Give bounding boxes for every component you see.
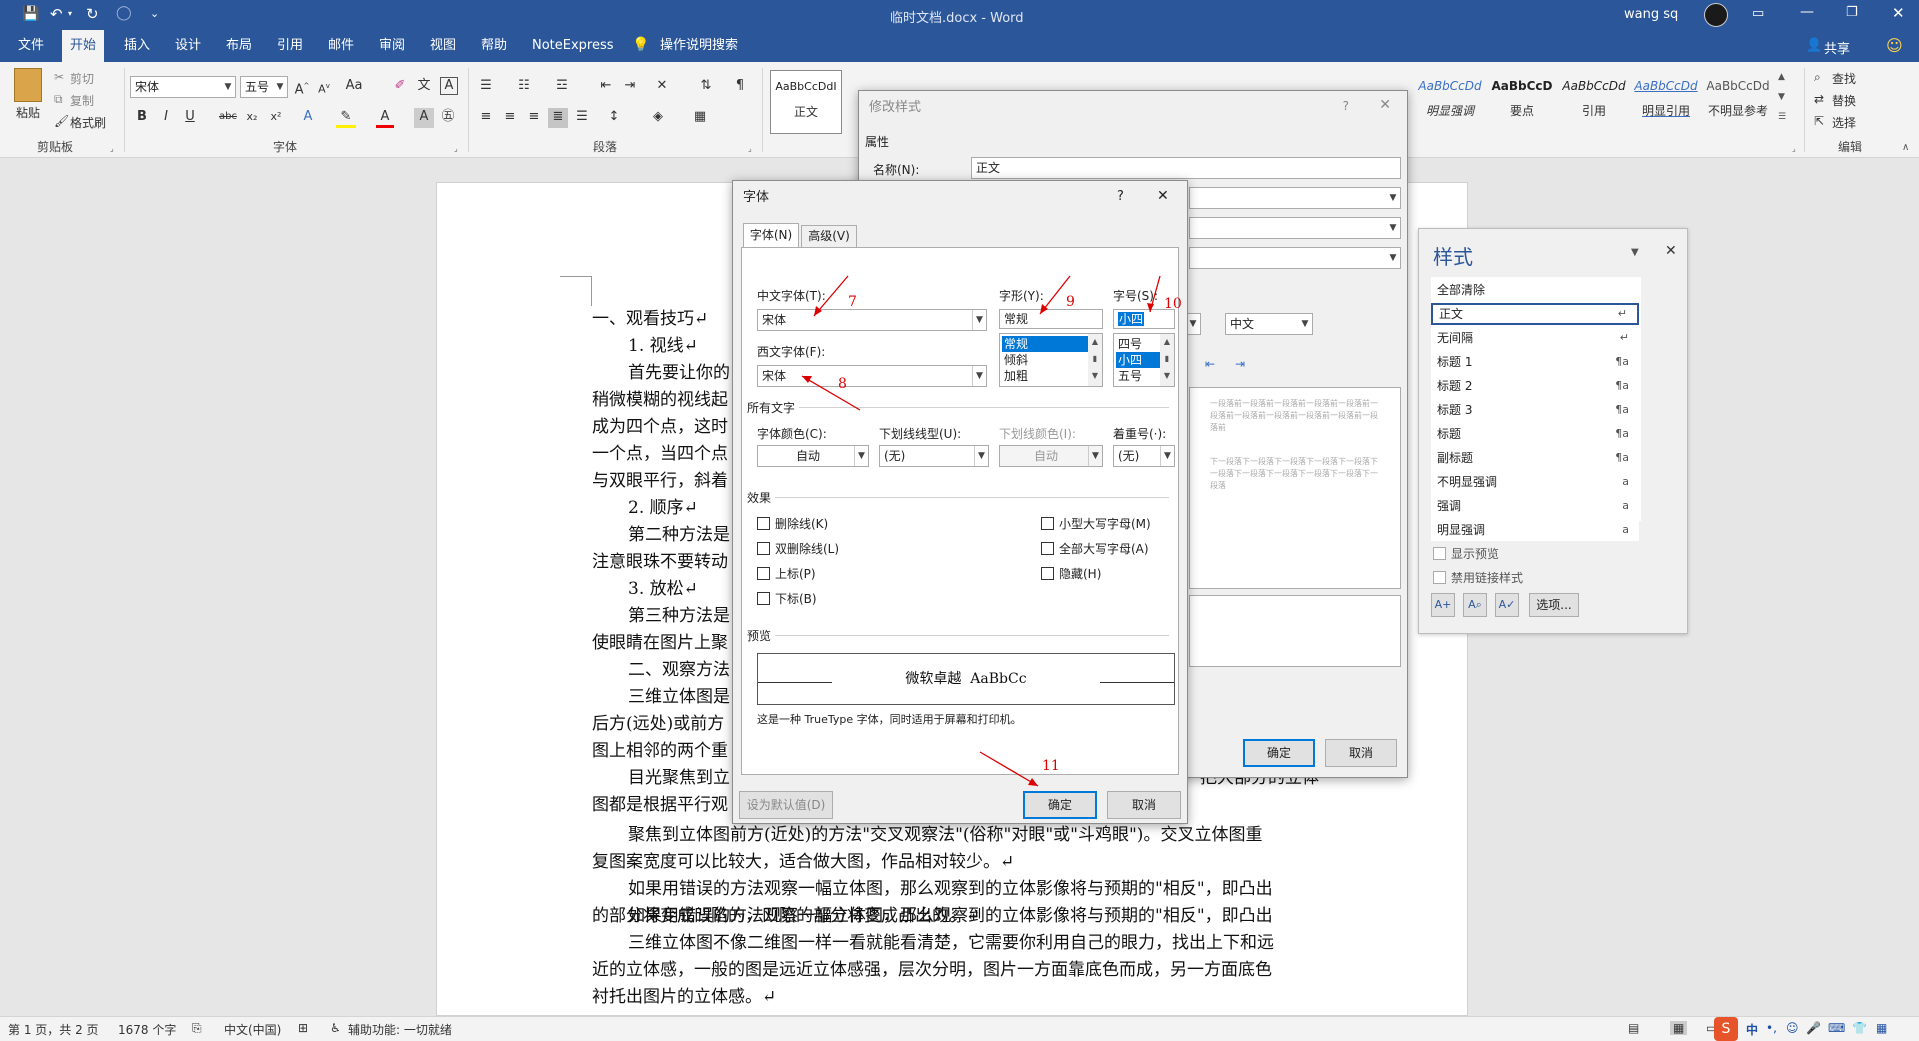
status-bar: 第 1 页，共 2 页 1678 个字 ⎘ 中文(中国) ⊞ ♿ 辅助功能: 一…	[0, 1016, 1919, 1041]
arrowhead	[802, 376, 812, 383]
language-status[interactable]: 中文(中国)	[224, 1021, 281, 1038]
annotation-label: 9	[1066, 294, 1075, 310]
sogou-ime-icon[interactable]: S	[1714, 1017, 1738, 1041]
read-mode-icon[interactable]: ▤	[1628, 1021, 1639, 1035]
accessibility-status[interactable]: 辅助功能: 一切就绪	[348, 1021, 452, 1038]
punctuation-icon[interactable]: •,	[1766, 1021, 1777, 1035]
page-count[interactable]: 第 1 页，共 2 页	[8, 1021, 99, 1038]
annotation-arrow	[979, 751, 1039, 787]
arrowhead	[1147, 303, 1154, 312]
macro-icon[interactable]: ⊞	[298, 1021, 308, 1035]
arrowhead	[1028, 778, 1038, 786]
microphone-icon[interactable]: 🎤	[1806, 1021, 1821, 1035]
annotation-label: 11	[1042, 758, 1060, 774]
keyboard-icon[interactable]: ⌨	[1828, 1021, 1845, 1035]
annotation-label: 7	[848, 294, 857, 310]
emoji-icon[interactable]: ☺	[1786, 1021, 1799, 1035]
print-layout-icon[interactable]: ▦	[1670, 1021, 1688, 1035]
skin-icon[interactable]: 👕	[1852, 1021, 1867, 1035]
annotation-arrow	[801, 375, 861, 411]
annotation-overlay	[801, 275, 1161, 787]
proofing-icon[interactable]: ⎘	[192, 1021, 202, 1036]
word-count[interactable]: 1678 个字	[118, 1021, 176, 1038]
ime-mode[interactable]: 中	[1746, 1021, 1758, 1038]
annotation-label: 8	[838, 376, 847, 392]
annotation-label: 10	[1164, 296, 1182, 312]
accessibility-icon[interactable]: ♿	[330, 1021, 341, 1035]
toolbox-icon[interactable]: ▦	[1876, 1021, 1887, 1035]
